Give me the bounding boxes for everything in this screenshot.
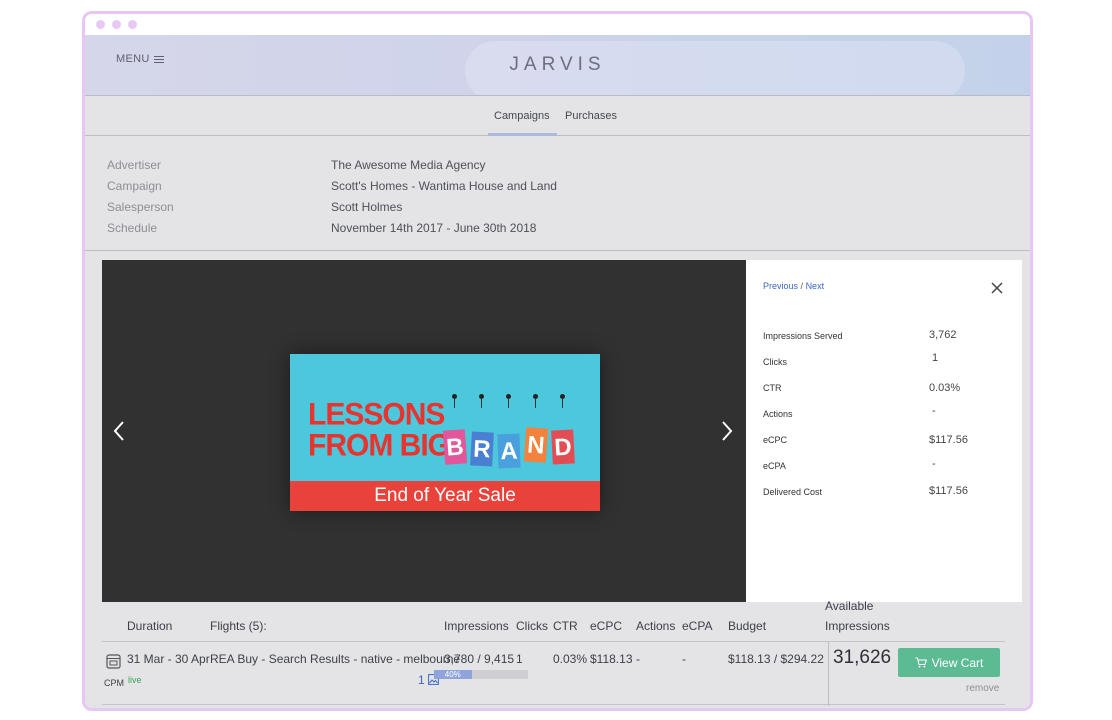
stat-row-ctr: CTR 0.03%	[763, 382, 1003, 394]
window-close-dot[interactable]	[96, 20, 105, 29]
window-maximize-dot[interactable]	[128, 20, 137, 29]
col-duration: Duration	[127, 619, 173, 633]
stat-label: eCPC	[763, 435, 788, 445]
ad-headline-line2: FROM BIG	[308, 428, 451, 463]
app-window: MENU JARVIS Campaigns Purchases Advertis…	[82, 11, 1033, 711]
info-label: Salesperson	[107, 200, 174, 214]
main-tabs: Campaigns Purchases	[85, 96, 1030, 136]
brand-letter-tag: N	[523, 427, 549, 463]
top-header: MENU JARVIS	[85, 35, 1030, 96]
col-budget: Budget	[728, 619, 767, 633]
view-cart-label: View Cart	[931, 655, 984, 670]
row-ctr: 0.03%	[553, 652, 588, 666]
tag-string	[508, 398, 509, 408]
stat-value: -	[932, 405, 936, 417]
stat-label: Actions	[763, 409, 793, 419]
creative-count[interactable]: 1	[418, 673, 425, 687]
progress-fill: 40%	[434, 670, 472, 679]
pagination-separator: /	[800, 281, 804, 291]
stat-label: eCPA	[763, 461, 786, 471]
table-row: CPM live 31 Mar - 30 Apr REA Buy - Searc…	[102, 641, 1005, 706]
brand-letter-tag: A	[497, 433, 521, 469]
tab-campaigns[interactable]: Campaigns	[494, 110, 550, 122]
chevron-left-icon[interactable]	[112, 420, 126, 442]
stat-value: 3,762	[929, 329, 957, 341]
tab-purchases[interactable]: Purchases	[565, 110, 617, 122]
info-value: Scott Holmes	[331, 200, 403, 214]
col-available-line2: Impressions	[825, 619, 890, 633]
pagination: Previous / Next	[763, 281, 824, 291]
stat-row-ecpa: eCPA -	[763, 458, 1003, 471]
campaign-info: Advertiser The Awesome Media Agency Camp…	[85, 136, 1030, 251]
row-ecpc: $118.13	[590, 652, 633, 666]
buy-type: CPM	[104, 678, 124, 688]
stat-label: Delivered Cost	[763, 487, 823, 497]
impressions-progress-bar: 40%	[434, 670, 528, 679]
display-ad-icon	[106, 654, 121, 669]
row-impressions: 3,780 / 9,415	[444, 652, 515, 666]
brand-letter-tag: B	[442, 429, 468, 465]
col-flights: Flights (5):	[210, 619, 267, 633]
tag-string	[535, 398, 536, 408]
status-badge: live	[128, 675, 142, 685]
stat-value: 1	[932, 352, 939, 364]
stat-value: $117.56	[929, 485, 968, 497]
ad-sale-strip: End of Year Sale	[290, 481, 600, 511]
app-content: MENU JARVIS Campaigns Purchases Advertis…	[85, 35, 1030, 708]
stat-row-actions: Actions -	[763, 405, 1003, 419]
app-logo: JARVIS	[509, 54, 606, 75]
tag-string	[562, 398, 563, 408]
row-actions: -	[636, 652, 640, 666]
available-impressions: 31,626	[833, 647, 892, 668]
info-label: Schedule	[107, 221, 158, 235]
view-cart-button[interactable]: View Cart	[898, 648, 1000, 677]
previous-link[interactable]: Previous	[763, 281, 798, 291]
stat-value: $117.56	[929, 434, 968, 446]
row-clicks: 1	[516, 652, 523, 666]
row-ecpa: -	[682, 652, 686, 666]
remove-link[interactable]: remove	[966, 683, 999, 694]
creative-preview: LESSONS FROM BIG B R A N D End of Year S…	[102, 260, 746, 602]
close-icon[interactable]	[990, 281, 1004, 295]
row-flight[interactable]: REA Buy - Search Results - native - melb…	[210, 652, 460, 666]
col-actions: Actions	[636, 619, 676, 633]
stat-row-clicks: Clicks 1	[763, 352, 1003, 367]
stat-row-delivered-cost: Delivered Cost $117.56	[763, 485, 1003, 497]
info-value: November 14th 2017 - June 30th 2018	[331, 221, 537, 235]
cart-icon	[915, 657, 927, 668]
stat-label: Impressions Served	[763, 331, 843, 341]
info-label: Campaign	[107, 179, 162, 193]
window-titlebar	[85, 14, 1030, 35]
info-label: Advertiser	[107, 158, 162, 172]
next-link[interactable]: Next	[806, 281, 825, 291]
stat-label: Clicks	[763, 357, 787, 367]
brand-letter-tag: R	[470, 431, 494, 467]
stat-label: CTR	[763, 383, 782, 393]
info-value: Scott's Homes - Wantima House and Land	[331, 179, 557, 193]
window-minimize-dot[interactable]	[112, 20, 121, 29]
col-impressions: Impressions	[444, 619, 509, 633]
column-divider	[828, 642, 829, 706]
chevron-right-icon[interactable]	[720, 420, 734, 442]
tag-string	[481, 398, 482, 408]
col-clicks: Clicks	[516, 619, 548, 633]
col-available-line1: Available	[825, 599, 874, 613]
ad-creative-image: LESSONS FROM BIG B R A N D End of Year S…	[290, 354, 600, 511]
info-value: The Awesome Media Agency	[331, 158, 486, 172]
stat-value: 0.03%	[929, 382, 961, 394]
col-ctr: CTR	[553, 619, 578, 633]
col-ecpc: eCPC	[590, 619, 623, 633]
creative-stats-panel: Previous / Next Impressions Served 3,762…	[746, 260, 1022, 602]
col-ecpa: eCPA	[682, 619, 713, 633]
stat-row-impressions: Impressions Served 3,762	[763, 329, 1003, 341]
brand-letter-tag: D	[551, 429, 575, 465]
stat-value: -	[932, 458, 936, 470]
row-duration: 31 Mar - 30 Apr	[127, 652, 210, 666]
tag-string	[454, 398, 455, 408]
row-budget: $118.13 / $294.22	[728, 652, 824, 666]
stat-row-ecpc: eCPC $117.56	[763, 434, 1003, 446]
